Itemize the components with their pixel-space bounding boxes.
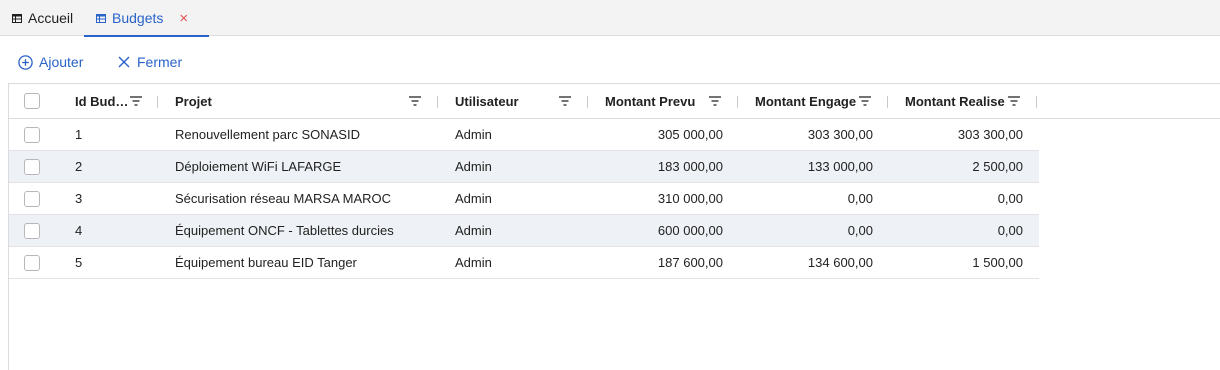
cell-utilisateur: Admin — [455, 159, 492, 174]
column-header-montant-engage[interactable]: Montant Engage — [755, 84, 856, 119]
filter-icon[interactable] — [1007, 95, 1021, 107]
close-button[interactable]: Fermer — [117, 50, 182, 74]
row-checkbox[interactable] — [24, 159, 40, 175]
cell-projet: Déploiement WiFi LAFARGE — [175, 159, 342, 174]
cell-montant-prevu: 187 600,00 — [657, 255, 723, 270]
cell-montant-prevu: 310 000,00 — [657, 191, 723, 206]
column-label: Utilisateur — [455, 94, 519, 109]
tab-label: Accueil — [28, 10, 74, 26]
cell-montant-engage: 303 300,00 — [807, 127, 873, 142]
filter-icon[interactable] — [858, 95, 872, 107]
cell-utilisateur: Admin — [455, 255, 492, 270]
column-header-montant-prevu[interactable]: Montant Prevu — [605, 84, 695, 119]
tab-label: Budgets — [112, 10, 164, 26]
column-header-projet[interactable]: Projet — [175, 84, 212, 119]
column-separator[interactable] — [737, 96, 738, 108]
column-label: Id Bud… — [75, 94, 129, 109]
cell-montant-realise: 0,00 — [997, 191, 1023, 206]
row-checkbox[interactable] — [24, 191, 40, 207]
add-button[interactable]: Ajouter — [18, 50, 83, 74]
add-button-label: Ajouter — [39, 54, 84, 70]
column-label: Projet — [175, 94, 212, 109]
cell-montant-realise: 2 500,00 — [972, 159, 1023, 174]
row-checkbox[interactable] — [24, 127, 40, 143]
column-header-utilisateur[interactable]: Utilisateur — [455, 84, 519, 119]
cell-montant-prevu: 600 000,00 — [657, 223, 723, 238]
tab-budgets[interactable]: Budgets × — [84, 0, 209, 37]
table-row[interactable]: 1 Renouvellement parc SONASID Admin 305 … — [9, 119, 1039, 151]
cell-utilisateur: Admin — [455, 127, 492, 142]
cell-montant-prevu: 305 000,00 — [657, 127, 723, 142]
filter-icon[interactable] — [129, 95, 143, 107]
column-label: Montant Realise — [905, 94, 1005, 109]
toolbar: Ajouter Fermer — [0, 50, 400, 74]
cell-id: 3 — [75, 191, 83, 206]
cell-utilisateur: Admin — [455, 223, 492, 238]
cell-id: 1 — [75, 127, 83, 142]
filter-icon[interactable] — [408, 95, 422, 107]
cell-montant-realise: 1 500,00 — [972, 255, 1023, 270]
cell-id: 2 — [75, 159, 83, 174]
column-separator[interactable] — [587, 96, 588, 108]
column-header-montant-realise[interactable]: Montant Realise — [905, 84, 1005, 119]
cell-id: 5 — [75, 255, 83, 270]
row-checkbox[interactable] — [24, 223, 40, 239]
filter-icon[interactable] — [558, 95, 572, 107]
column-label: Montant Prevu — [605, 94, 696, 109]
grid-header: Id Bud… Projet Utilisateur Montant Prevu… — [9, 84, 1220, 119]
cell-montant-engage: 0,00 — [847, 191, 873, 206]
cell-montant-realise: 0,00 — [997, 223, 1023, 238]
column-separator[interactable] — [1036, 96, 1037, 108]
close-tab-icon[interactable]: × — [179, 10, 188, 27]
row-checkbox[interactable] — [24, 255, 40, 271]
select-all-checkbox[interactable] — [24, 93, 40, 109]
cell-montant-engage: 134 600,00 — [807, 255, 873, 270]
table-row[interactable]: 3 Sécurisation réseau MARSA MAROC Admin … — [9, 183, 1039, 215]
plus-circle-icon — [18, 54, 33, 70]
cell-montant-realise: 303 300,00 — [957, 127, 1023, 142]
cell-projet: Renouvellement parc SONASID — [175, 127, 360, 142]
tab-accueil[interactable]: Accueil — [12, 0, 73, 36]
cell-montant-engage: 133 000,00 — [807, 159, 873, 174]
table-icon — [96, 13, 106, 23]
column-separator[interactable] — [887, 96, 888, 108]
column-label: Montant Engage — [755, 94, 857, 109]
table-row[interactable]: 5 Équipement bureau EID Tanger Admin 187… — [9, 247, 1039, 279]
cell-projet: Équipement ONCF - Tablettes durcies — [175, 223, 394, 238]
cell-id: 4 — [75, 223, 83, 238]
column-header-id[interactable]: Id Bud… — [75, 84, 128, 119]
column-separator[interactable] — [437, 96, 438, 108]
filter-icon[interactable] — [708, 95, 722, 107]
close-icon — [118, 56, 130, 68]
cell-montant-prevu: 183 000,00 — [657, 159, 723, 174]
column-separator[interactable] — [157, 96, 158, 108]
cell-projet: Sécurisation réseau MARSA MAROC — [175, 191, 392, 206]
table-row[interactable]: 4 Équipement ONCF - Tablettes durcies Ad… — [9, 215, 1039, 247]
tab-bar: Accueil Budgets × — [0, 0, 1220, 37]
table-row[interactable]: 2 Déploiement WiFi LAFARGE Admin 183 000… — [9, 151, 1039, 183]
table-icon — [12, 13, 22, 23]
close-button-label: Fermer — [137, 54, 183, 70]
cell-utilisateur: Admin — [455, 191, 492, 206]
budgets-grid: Id Bud… Projet Utilisateur Montant Prevu… — [8, 83, 1220, 370]
cell-projet: Équipement bureau EID Tanger — [175, 255, 357, 270]
cell-montant-engage: 0,00 — [847, 223, 873, 238]
